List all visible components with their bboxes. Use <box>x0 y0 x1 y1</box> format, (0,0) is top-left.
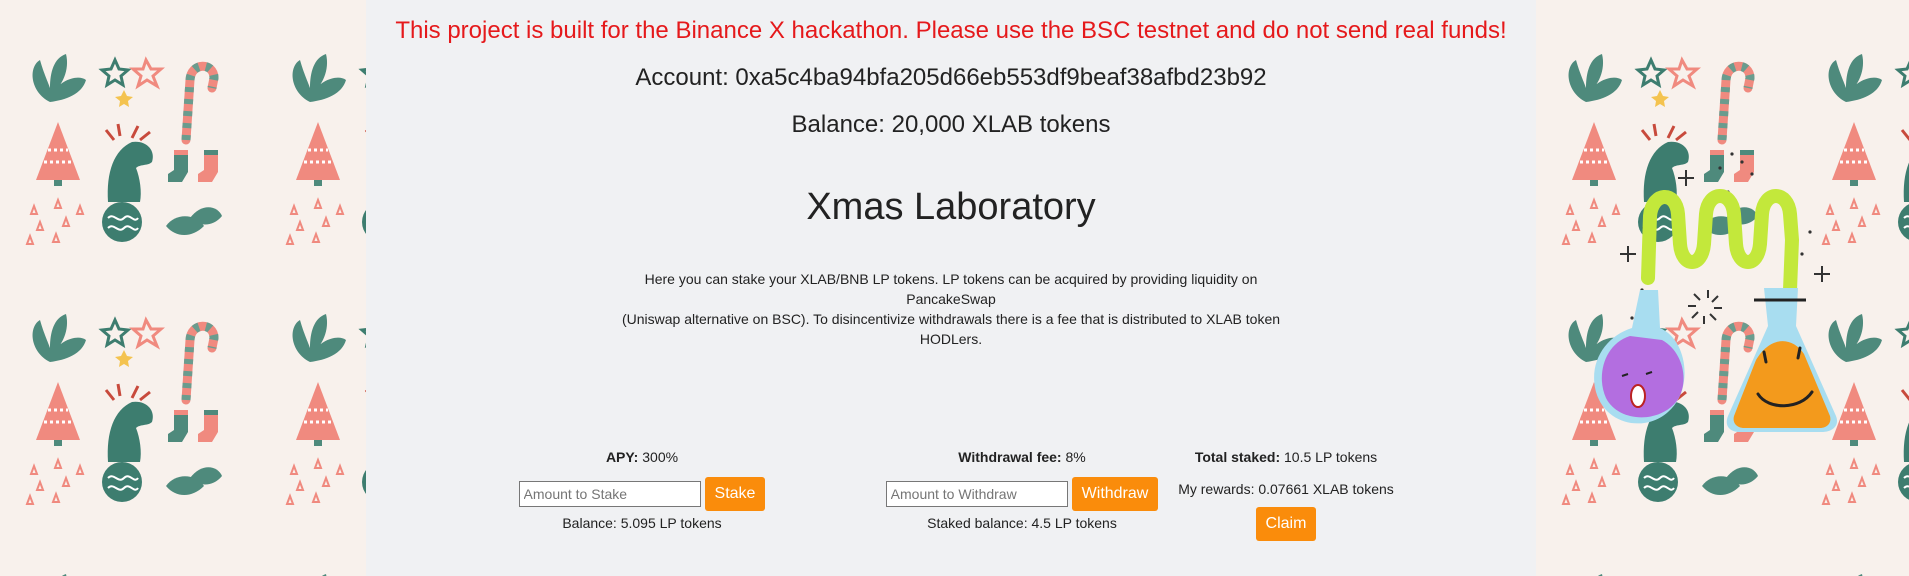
total-staked-info: Total staked: 10.5 LP tokens <box>1136 449 1436 465</box>
claim-button[interactable]: Claim <box>1255 507 1317 541</box>
total-staked-label: Total staked: <box>1194 449 1281 465</box>
stake-amount-input[interactable] <box>518 481 701 507</box>
xmas-pattern-icon <box>0 0 366 576</box>
my-rewards: My rewards: 0.07661 XLAB tokens <box>1178 481 1394 497</box>
withdraw-section: Withdrawal fee: 8% Withdraw Staked balan… <box>872 449 1172 531</box>
apy-label: APY: <box>605 449 639 465</box>
withdraw-amount-input[interactable] <box>885 481 1068 507</box>
fee-label: Withdrawal fee: <box>958 449 1062 465</box>
rewards-section: Total staked: 10.5 LP tokens My rewards:… <box>1136 449 1436 541</box>
stake-button[interactable]: Stake <box>704 477 766 511</box>
lp-balance: Balance: 5.095 LP tokens <box>562 515 722 531</box>
description-line: Here you can stake your XLAB/BNB LP toke… <box>644 271 1258 307</box>
account-address: Account: 0xa5c4ba94bfa205d66eb553df9beaf… <box>635 64 1267 91</box>
testnet-warning: This project is built for the Binance X … <box>395 17 1507 44</box>
fee-value: 8% <box>1065 449 1086 465</box>
main-panel: This project is built for the Binance X … <box>366 0 1838 576</box>
stake-section: APY: 300% Stake Balance: 5.095 LP tokens <box>492 449 792 531</box>
description: Here you can stake your XLAB/BNB LP toke… <box>601 269 1301 349</box>
apy-info: APY: 300% <box>492 449 792 465</box>
festive-background-left <box>0 0 366 576</box>
page-title: Xmas Laboratory <box>806 186 1096 228</box>
total-staked-value: 10.5 LP tokens <box>1284 449 1378 465</box>
token-balance: Balance: 20,000 XLAB tokens <box>791 111 1111 138</box>
fee-info: Withdrawal fee: 8% <box>872 449 1172 465</box>
staked-balance: Staked balance: 4.5 LP tokens <box>927 515 1117 531</box>
apy-value: 300% <box>642 449 679 465</box>
potion-flasks-icon <box>1594 152 1838 432</box>
description-line: (Uniswap alternative on BSC). To disince… <box>621 311 1281 347</box>
